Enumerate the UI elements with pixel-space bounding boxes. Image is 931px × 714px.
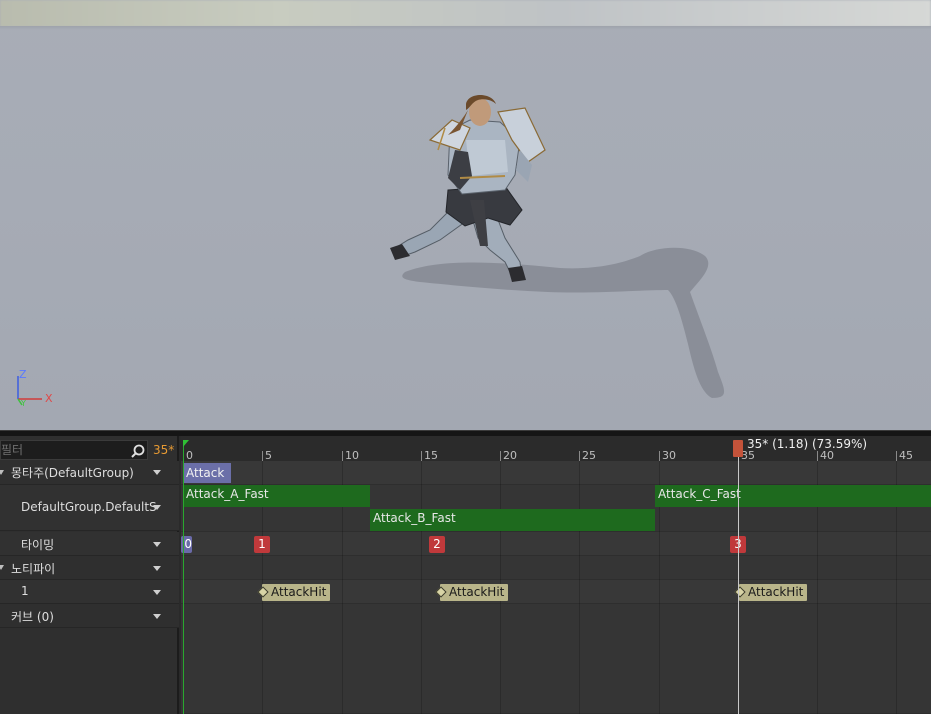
track-label: 몽타주(DefaultGroup) [11, 466, 134, 480]
chevron-down-icon[interactable] [153, 590, 161, 595]
ruler-tick-mark [817, 451, 818, 461]
timing-marker[interactable]: 2 [429, 536, 445, 553]
track-slot[interactable]: DefaultGroup.DefaultS [0, 485, 179, 531]
ruler-tick-label: 20 [503, 449, 517, 462]
track-notify-1[interactable]: 1 [0, 580, 179, 604]
chevron-down-icon[interactable] [153, 566, 161, 571]
track-list-panel: 35* 몽타주(DefaultGroup) DefaultGroup.Defau… [0, 436, 179, 714]
timing-marker[interactable]: 1 [254, 536, 270, 553]
anim-segment[interactable]: Attack_C_Fast [655, 485, 931, 507]
track-label: 타이밍 [21, 538, 55, 552]
notify-attack-hit[interactable]: AttackHit [257, 584, 331, 601]
ruler-tick-mark [896, 451, 897, 461]
notify-label: AttackHit [271, 585, 327, 599]
ruler-tick-label: 10 [345, 449, 359, 462]
notify-label: AttackHit [748, 585, 804, 599]
anim-segment[interactable]: Attack_B_Fast [370, 509, 655, 531]
chevron-down-icon[interactable] [153, 614, 161, 619]
collapse-arrow-icon[interactable] [0, 565, 4, 570]
chevron-down-icon[interactable] [153, 470, 161, 475]
ruler-tick-label: 0 [186, 449, 193, 462]
chevron-down-icon[interactable] [153, 542, 161, 547]
ruler-tick-label: 5 [265, 449, 272, 462]
ruler-tick-mark [342, 451, 343, 461]
track-label: 커브 (0) [11, 610, 54, 624]
notify-attack-hit[interactable]: AttackHit [435, 584, 509, 601]
notify-label: AttackHit [449, 585, 505, 599]
start-marker-icon [183, 440, 189, 447]
character-shadow [402, 247, 725, 398]
track-label: 1 [21, 584, 29, 598]
grid-line [421, 461, 422, 714]
chevron-down-icon[interactable] [153, 505, 161, 510]
ruler-tick-mark [659, 451, 660, 461]
axis-gizmo: Z X Y [10, 366, 60, 416]
track-label: DefaultGroup.DefaultS [21, 500, 157, 514]
grid-line [579, 461, 580, 714]
playhead-label: 35* (1.18) (73.59%) [747, 437, 868, 451]
playhead-handle[interactable] [733, 440, 743, 457]
lane-section [181, 461, 931, 485]
axis-gizmo-lines [17, 376, 42, 406]
track-curves[interactable]: 커브 (0) [0, 604, 179, 628]
timeline-panel[interactable]: 0 5 10 15 20 25 30 35 40 45 Attack Attack_A_Fast A… [181, 436, 931, 714]
track-label: 노티파이 [11, 562, 56, 576]
lane-curves [181, 604, 931, 714]
ruler-tick-label: 15 [424, 449, 438, 462]
ruler-tick-mark [262, 451, 263, 461]
collapse-arrow-icon[interactable] [0, 470, 4, 475]
track-timing[interactable]: 타이밍 [0, 532, 179, 556]
track-montage-group[interactable]: 몽타주(DefaultGroup) [0, 461, 179, 485]
ruler-tick-mark [421, 451, 422, 461]
lane-notify-header [181, 556, 931, 580]
character-knight [390, 95, 546, 282]
animation-viewport[interactable]: Z X Y [0, 0, 931, 430]
axis-z-label: Z [19, 368, 27, 381]
current-frame-label: 35* [153, 443, 175, 457]
notify-attack-hit[interactable]: AttackHit [734, 584, 808, 601]
ruler-tick-mark [500, 451, 501, 461]
start-line [183, 442, 184, 714]
filter-box [0, 440, 148, 460]
track-notify-group[interactable]: 노티파이 [0, 556, 179, 580]
axis-y-label: Y [21, 399, 26, 408]
section-attack[interactable]: Attack [183, 463, 231, 483]
anim-segment[interactable]: Attack_A_Fast [183, 485, 370, 507]
ruler-tick-label: 45 [899, 449, 913, 462]
search-icon[interactable] [130, 443, 146, 459]
ruler-tick-mark [579, 451, 580, 461]
playhead-line [738, 444, 739, 714]
axis-x-label: X [45, 392, 53, 405]
ruler-tick-label: 25 [582, 449, 596, 462]
ruler-tick-label: 30 [662, 449, 676, 462]
character-preview [390, 95, 725, 398]
filter-input[interactable] [1, 442, 125, 458]
lane-timing [181, 532, 931, 556]
